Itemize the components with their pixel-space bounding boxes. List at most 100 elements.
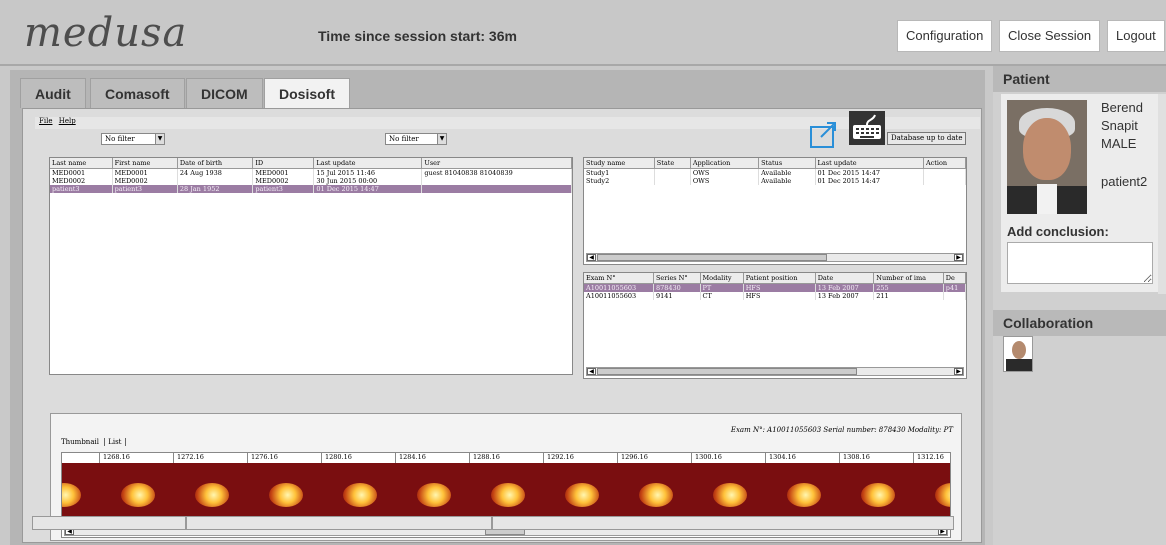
thumbnail-label: 1304.16 (765, 453, 839, 463)
table-cell: 01 Dec 2015 14:47 (815, 168, 924, 177)
patient-id: patient2 (1101, 174, 1148, 189)
table-cell: Available (758, 177, 816, 185)
table-cell: p41 (943, 283, 966, 292)
scroll-right-icon[interactable]: ▶ (954, 368, 963, 375)
exam-info: Exam N°: A10011055603 Serial number: 878… (730, 426, 953, 434)
column-header[interactable]: User (421, 158, 572, 169)
column-header[interactable]: Date of birth (177, 158, 254, 169)
table-cell: patient3 (112, 185, 178, 193)
column-header[interactable]: Patient position (743, 273, 816, 284)
table-cell: guest 81040838 81040839 (421, 168, 572, 177)
column-header[interactable]: Modality (700, 273, 744, 284)
table-cell: OWS (690, 168, 760, 177)
column-header[interactable]: Action (923, 158, 966, 169)
logout-button[interactable]: Logout (1107, 20, 1165, 52)
patient-sex: MALE (1101, 136, 1137, 151)
tab-audit[interactable]: Audit (20, 78, 86, 108)
table-cell: CT (700, 292, 744, 300)
scroll-left-icon[interactable]: ◀ (587, 254, 596, 261)
close-session-button[interactable]: Close Session (999, 20, 1101, 52)
table-cell: patient3 (50, 185, 113, 193)
table-cell: MED0001 (50, 168, 113, 177)
table-cell (923, 177, 966, 185)
status-field-3 (492, 516, 954, 530)
thumbnail-label: 1276.16 (247, 453, 321, 463)
exam-row[interactable]: A10011055603 878430 PT HFS 13 Feb 2007 255 p41 (584, 283, 966, 292)
conclusion-input[interactable] (1007, 242, 1153, 284)
table-cell (421, 185, 572, 193)
table-cell: 01 Dec 2015 14:47 (815, 177, 924, 185)
exams-horizontal-scrollbar[interactable]: ◀ ▶ (586, 367, 964, 376)
column-header[interactable]: Last update (815, 158, 924, 169)
table-cell (654, 177, 691, 185)
column-header[interactable]: De (943, 273, 966, 284)
table-cell: 24 Aug 1938 (177, 168, 254, 177)
patients-table: Last name First name Date of birth ID Last u… (49, 157, 573, 375)
thumbnail-label: 1300.16 (691, 453, 765, 463)
column-header[interactable]: Last name (50, 158, 113, 169)
menu-file[interactable]: File (39, 117, 52, 125)
study-filter-select[interactable]: No filter ▼ (385, 133, 447, 145)
column-header[interactable]: ID (252, 158, 315, 169)
table-cell: A10011055603 (584, 283, 654, 292)
database-status-button[interactable]: Database up to date (887, 132, 967, 145)
table-cell: MED0001 (252, 168, 315, 177)
column-header[interactable]: Status (758, 158, 816, 169)
top-bar: medusa Time since session start: 36m Con… (0, 0, 1166, 66)
table-cell: 255 (873, 283, 944, 292)
table-cell (654, 168, 691, 177)
column-header[interactable]: Study name (584, 158, 655, 169)
patient-row[interactable]: MED0001 MED0001 24 Aug 1938 MED0001 15 Jul 2… (50, 168, 572, 177)
filter-value: No filter (389, 135, 419, 143)
filter-value: No filter (105, 135, 135, 143)
column-header[interactable]: Last update (313, 158, 423, 169)
exam-row[interactable]: A10011055603 9141 CT HFS 13 Feb 2007 211 (584, 292, 966, 300)
conclusion-label: Add conclusion: (1007, 224, 1109, 239)
patient-row[interactable]: patient3 patient3 28 Jan 1952 patient3 01 De… (50, 185, 572, 193)
keyboard-icon[interactable] (849, 111, 885, 145)
scroll-thumb[interactable] (597, 368, 857, 375)
patient-section-title: Patient (993, 66, 1166, 92)
tab-dosisoft[interactable]: Dosisoft (264, 78, 350, 110)
sidebar-scrollbar[interactable] (1158, 94, 1166, 294)
column-header[interactable]: Number of ima (873, 273, 944, 284)
status-field-2 (186, 516, 492, 530)
tab-comasoft[interactable]: Comasoft (90, 78, 185, 108)
column-header[interactable]: State (654, 158, 691, 169)
chevron-down-icon: ▼ (155, 134, 164, 144)
column-header[interactable]: Exam N° (584, 273, 654, 284)
scroll-right-icon[interactable]: ▶ (954, 254, 963, 261)
scroll-thumb[interactable] (597, 254, 827, 261)
patient-row[interactable]: MED0002 MED0002 MED0002 30 Jun 2015 00:00 (50, 177, 572, 185)
session-timer: Time since session start: 36m (318, 28, 517, 44)
right-sidebar: Patient Berend Snapit MALE patient2 Add … (993, 66, 1166, 545)
table-cell: 878430 (653, 283, 701, 292)
table-cell: 28 Jan 1952 (177, 185, 254, 193)
thumbnail-label: 1312.16 (913, 453, 950, 463)
study-row[interactable]: Study2 OWS Available 01 Dec 2015 14:47 (584, 177, 966, 185)
study-row[interactable]: Study1 OWS Available 01 Dec 2015 14:47 (584, 168, 966, 177)
export-icon[interactable] (809, 119, 849, 151)
scroll-left-icon[interactable]: ◀ (587, 368, 596, 375)
table-cell (421, 177, 572, 185)
exams-table: Exam N° Series N° Modality Patient position… (583, 272, 967, 379)
configuration-button[interactable]: Configuration (897, 20, 993, 52)
collaborator-avatar[interactable] (1003, 336, 1033, 372)
column-header[interactable]: Application (690, 158, 760, 169)
table-cell: OWS (690, 177, 760, 185)
tab-list[interactable]: List (104, 438, 126, 446)
main-panel: Audit Comasoft DICOM Dosisoft File Help … (10, 70, 985, 545)
table-cell: A10011055603 (584, 292, 654, 300)
table-cell (177, 177, 254, 185)
column-header[interactable]: Date (815, 273, 875, 284)
menu-help[interactable]: Help (59, 117, 76, 125)
studies-table: Study name State Application Status Last upd… (583, 157, 967, 265)
patient-filter-select[interactable]: No filter ▼ (101, 133, 165, 145)
column-header[interactable]: First name (112, 158, 178, 169)
studies-horizontal-scrollbar[interactable]: ◀ ▶ (586, 253, 964, 262)
column-header[interactable]: Series N° (653, 273, 701, 284)
tab-dicom[interactable]: DICOM (186, 78, 263, 108)
chevron-down-icon: ▼ (437, 134, 446, 144)
table-cell: Available (758, 168, 816, 177)
tab-thumbnail[interactable]: Thumbnail (61, 438, 99, 446)
